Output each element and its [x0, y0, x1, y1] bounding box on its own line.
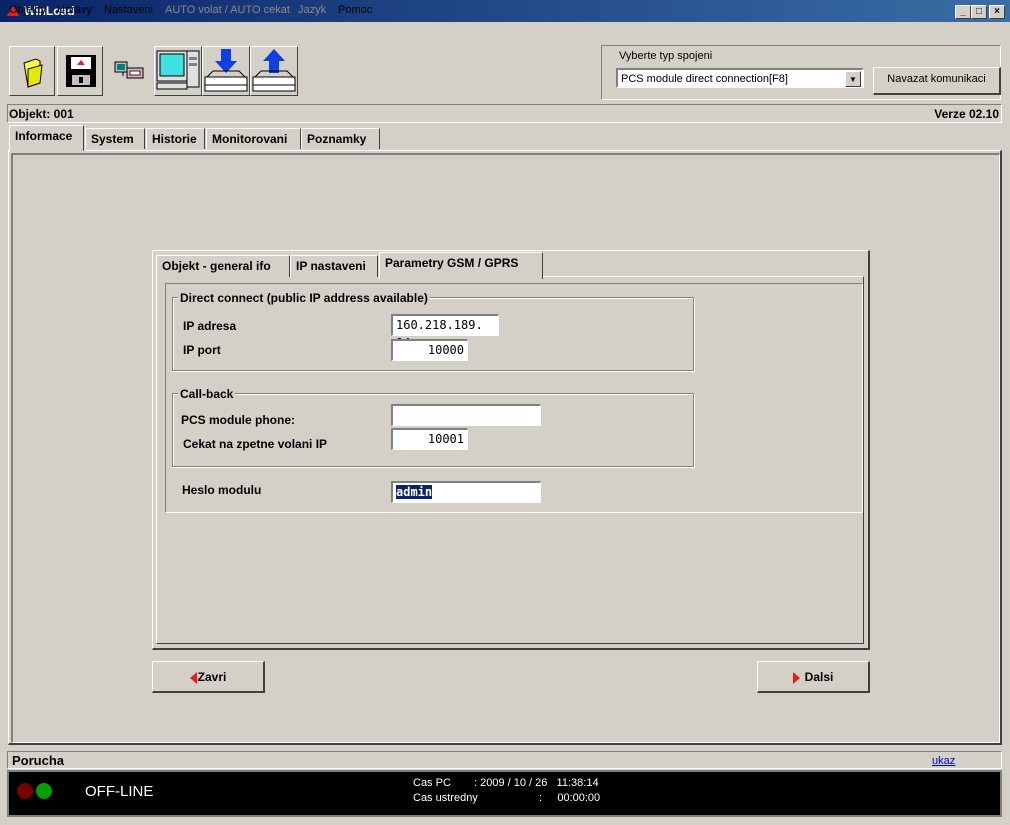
direct-connect-title: Direct connect (public IP address availa… — [178, 291, 430, 305]
close-button-label: Zavri — [197, 670, 227, 684]
callback-wait-field[interactable]: 10001 — [391, 428, 468, 450]
tab-parametry-gsm-gprs[interactable]: Parametry GSM / GPRS — [379, 252, 543, 279]
password-field[interactable]: admin — [391, 481, 541, 503]
connect-button[interactable]: Navazat komunikaci — [873, 67, 1001, 95]
menu-jazyk: Jazyk — [298, 4, 327, 16]
open-button[interactable] — [9, 46, 55, 96]
panel-time-value: : 00:00:00 — [539, 792, 601, 804]
maximize-button[interactable]: □ — [971, 5, 987, 19]
computer-terminal-icon — [156, 50, 200, 90]
terminal-button[interactable] — [154, 46, 202, 96]
tab-system[interactable]: System — [85, 128, 145, 149]
next-button[interactable]: Dalsi — [757, 661, 870, 693]
chevron-down-icon[interactable]: ▼ — [845, 71, 861, 87]
arrow-right-icon — [792, 671, 800, 684]
tab-poznamky[interactable]: Poznamky — [301, 128, 380, 149]
arrow-left-icon — [189, 671, 197, 684]
show-link[interactable]: ukaz — [932, 755, 955, 767]
menu-objekty[interactable]: Objekty — [9, 4, 46, 16]
connection-type-value: PCS module direct connection[F8] — [621, 73, 788, 85]
ip-port-label: IP port — [183, 343, 221, 357]
tab-objekt-general[interactable]: Objekt - general ifo — [156, 255, 290, 277]
tab-ip-nastaveni[interactable]: IP nastaveni — [290, 255, 378, 277]
ip-address-label: IP adresa — [183, 319, 237, 333]
call-back-title: Call-back — [178, 387, 236, 401]
pcs-phone-field[interactable] — [391, 404, 541, 426]
download-icon — [204, 49, 248, 92]
red-led-icon — [17, 783, 33, 799]
close-window-button[interactable]: × — [989, 5, 1005, 19]
connection-state: OFF-LINE — [85, 783, 154, 800]
menu-auto-volat: AUTO volat / AUTO cekat — [165, 4, 290, 16]
minimize-button[interactable]: _ — [955, 5, 971, 19]
ip-address-field[interactable]: 160.218.189. 94 — [391, 314, 499, 350]
save-button[interactable] — [57, 46, 103, 96]
green-led-icon — [36, 783, 52, 799]
connection-button[interactable] — [105, 46, 151, 96]
connection-type-label: Vyberte typ spojeni — [619, 50, 713, 62]
tab-monitorovani[interactable]: Monitorovani — [206, 128, 301, 149]
menu-nastaveni[interactable]: Nastaveni — [104, 4, 153, 16]
open-folder-icon — [23, 58, 43, 88]
upload-icon — [252, 49, 296, 92]
menu-bar — [0, 22, 1010, 42]
connection-type-select[interactable]: PCS module direct connection[F8] ▼ — [616, 68, 864, 88]
close-button[interactable]: Zavri — [152, 661, 265, 693]
next-button-label: Dalsi — [804, 670, 834, 684]
pc-time-value: : 2009 / 10 / 26 11:38:14 — [474, 777, 599, 789]
save-disk-icon — [66, 55, 96, 87]
version-label: Verze 02.10 — [934, 107, 999, 121]
object-id: Objekt: 001 — [9, 107, 74, 121]
ip-port-field[interactable]: 10000 — [391, 339, 468, 361]
menu-pomoc[interactable]: Pomoc — [338, 4, 372, 16]
callback-wait-label: Cekat na zpetne volani IP — [183, 437, 328, 451]
connection-icon — [114, 61, 144, 79]
menu-upravy[interactable]: Upravy — [57, 4, 92, 16]
object-bar — [7, 104, 1002, 123]
upload-button[interactable] — [250, 46, 298, 96]
panel-time-label: Cas ustredny — [413, 792, 478, 804]
tab-historie[interactable]: Historie — [146, 128, 205, 149]
pc-time-label: Cas PC — [413, 777, 451, 789]
tab-informace[interactable]: Informace — [9, 125, 84, 151]
password-label: Heslo modulu — [182, 483, 262, 497]
download-button[interactable] — [202, 46, 250, 96]
password-selected-text: admin — [396, 485, 433, 499]
fault-bar — [7, 751, 1002, 769]
pcs-phone-label: PCS module phone: — [181, 413, 295, 427]
fault-label: Porucha — [12, 753, 65, 768]
